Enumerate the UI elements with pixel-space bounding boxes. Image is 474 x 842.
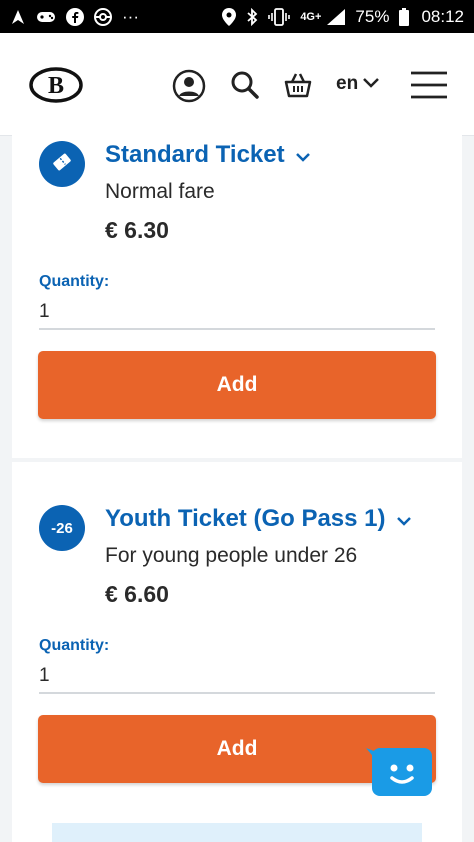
ticket-title[interactable]: Youth Ticket (Go Pass 1)	[105, 505, 412, 533]
ticket-title-text: Standard Ticket	[105, 141, 285, 168]
search-icon[interactable]	[230, 70, 260, 105]
chat-assistant-icon[interactable]	[364, 746, 434, 798]
game-controller-icon	[36, 9, 56, 25]
battery-percentage: 75%	[355, 6, 390, 26]
bluetooth-icon	[246, 7, 258, 26]
chevron-down-icon	[362, 73, 380, 95]
quantity-label: Quantity:	[39, 273, 110, 290]
add-button[interactable]: Add	[38, 351, 436, 419]
sncb-logo[interactable]: B	[29, 67, 83, 108]
facebook-icon	[66, 7, 84, 26]
age-badge: -26	[39, 505, 85, 551]
battery-icon	[399, 7, 410, 26]
site-header: B en	[0, 33, 474, 136]
language-selector[interactable]: en	[336, 73, 380, 95]
language-label: en	[336, 73, 359, 94]
pokeball-icon	[94, 7, 112, 26]
shopping-basket-icon[interactable]	[283, 71, 313, 104]
quantity-input[interactable]: 1	[39, 660, 435, 694]
signal-icon	[327, 8, 346, 25]
ticket-price: € 6.60	[105, 581, 169, 607]
navigation-arrow-icon	[10, 9, 26, 25]
svg-text:B: B	[48, 73, 64, 99]
location-icon	[222, 7, 237, 26]
quantity-label: Quantity:	[39, 637, 110, 654]
vibrate-icon	[268, 7, 291, 26]
hamburger-menu-icon[interactable]	[410, 71, 448, 104]
ticket-price: € 6.30	[105, 217, 169, 243]
ticket-description: For young people under 26	[105, 544, 358, 567]
quantity-input[interactable]: 1	[39, 296, 435, 330]
next-section-preview	[52, 823, 422, 842]
ticket-card-standard: Standard Ticket Normal fare € 6.30 Quant…	[12, 135, 462, 458]
chevron-down-icon	[295, 141, 311, 169]
ticket-title[interactable]: Standard Ticket	[105, 141, 311, 169]
account-icon[interactable]	[172, 69, 206, 108]
ticket-title-text: Youth Ticket (Go Pass 1)	[105, 505, 386, 532]
ticket-icon	[50, 150, 74, 178]
ticket-description: Normal fare	[105, 180, 215, 203]
more-notifications-indicator: ···	[122, 6, 139, 26]
chevron-down-icon	[396, 505, 412, 533]
clock: 08:12	[421, 6, 464, 26]
network-type-label: 4G+	[300, 10, 322, 23]
status-bar: ··· 4G+ 75% 08:12	[0, 0, 474, 33]
ticket-icon-badge	[39, 141, 85, 187]
